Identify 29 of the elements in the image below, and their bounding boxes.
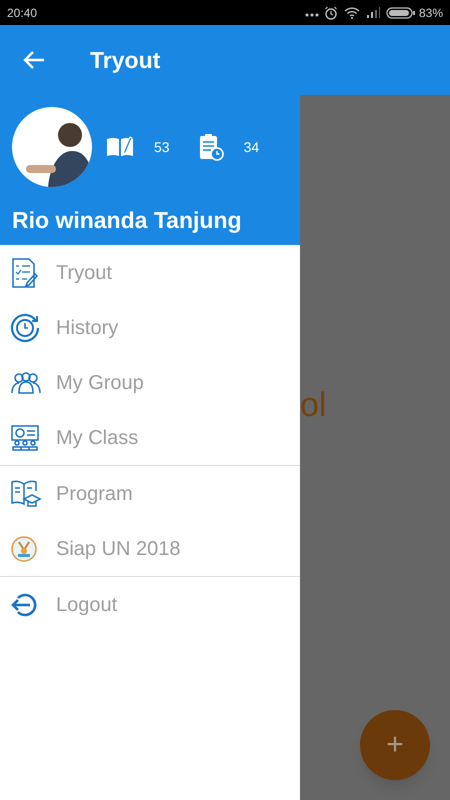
clock-time: 20:40 [7, 4, 38, 22]
menu-item[interactable]: My Class [0, 410, 300, 465]
background-text: ol [300, 388, 326, 422]
menu-item[interactable]: History [0, 300, 300, 355]
app-title: Tryout [90, 46, 160, 75]
signal-icon [366, 7, 380, 18]
book-cap-icon [10, 478, 42, 508]
wifi-icon [344, 6, 360, 18]
stat-count: 53 [154, 138, 170, 156]
battery-icon [386, 6, 416, 18]
classroom-icon [10, 424, 40, 452]
menu-item[interactable]: Tryout [0, 245, 300, 300]
battery-percentage: 83% [418, 4, 443, 22]
checklist-icon [10, 256, 40, 288]
clock-arrow-icon [10, 312, 40, 342]
book-icon [106, 136, 134, 158]
menu-item[interactable]: Program [0, 466, 300, 521]
alarm-icon [324, 6, 338, 20]
back-arrow-icon [23, 50, 45, 70]
people-icon [10, 370, 42, 394]
menu-item[interactable]: Siap UN 2018 [0, 521, 300, 576]
more-dots-icon [304, 12, 319, 16]
menu-item[interactable]: Logout [0, 577, 300, 632]
add-button[interactable]: + [360, 710, 430, 780]
clipboard-clock-icon [198, 133, 224, 161]
stat-count: 34 [244, 138, 260, 156]
medal-icon [10, 534, 38, 562]
user-name: Rio winanda Tanjung [12, 206, 243, 235]
menu-item[interactable]: My Group [0, 355, 300, 410]
